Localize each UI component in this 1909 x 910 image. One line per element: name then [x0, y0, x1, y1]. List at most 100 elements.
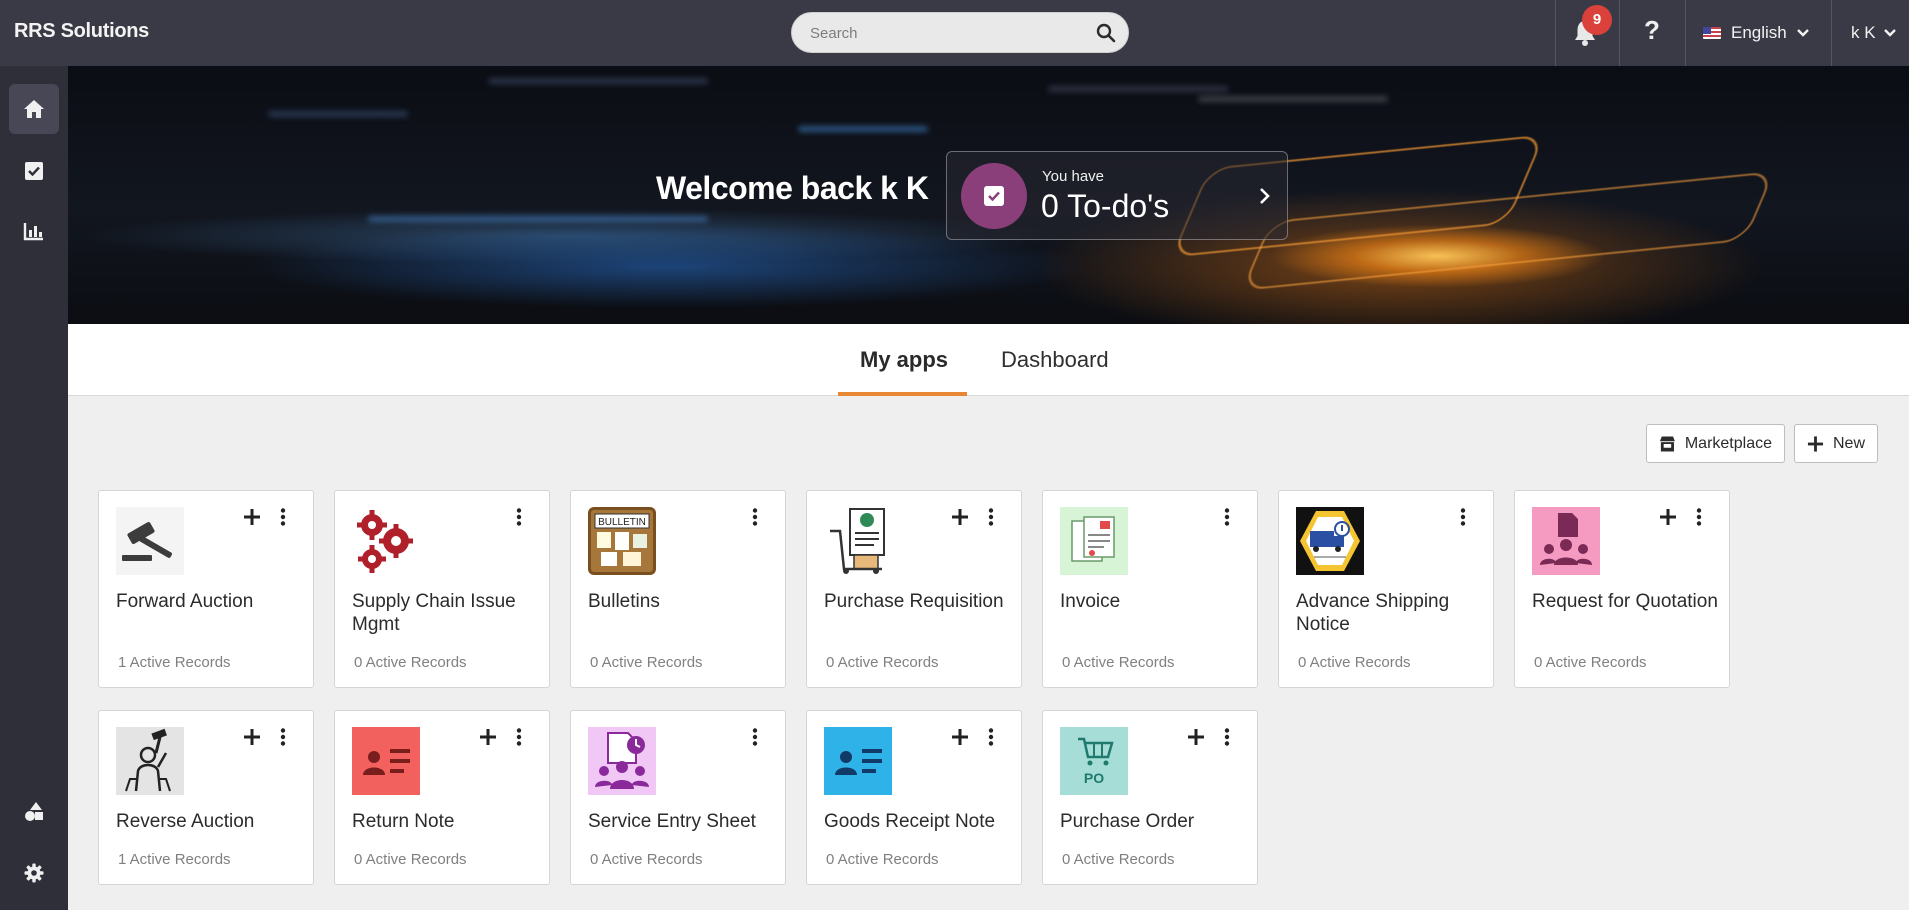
sidebar-item-reports[interactable]: [9, 206, 59, 256]
banner-light-streak: [1048, 86, 1228, 92]
add-icon[interactable]: [243, 508, 261, 526]
search-box[interactable]: [791, 12, 1129, 53]
us-flag-icon: [1703, 27, 1721, 39]
po-text: PO: [1084, 770, 1104, 786]
help-icon[interactable]: ?: [1640, 15, 1664, 49]
marketplace-button[interactable]: Marketplace: [1646, 424, 1785, 463]
welcome-heading: Welcome back k K: [656, 170, 929, 206]
more-options-icon[interactable]: [1695, 508, 1703, 526]
app-card-goods-receipt-note[interactable]: Goods Receipt Note 0 Active Records: [806, 710, 1022, 885]
new-button[interactable]: New: [1794, 424, 1878, 463]
tab-dashboard[interactable]: Dashboard: [1001, 347, 1109, 373]
app-title: Purchase Order: [1060, 811, 1195, 832]
new-label: New: [1832, 434, 1865, 452]
sidebar-item-home[interactable]: [9, 84, 59, 134]
gears-icon: [352, 507, 420, 575]
chevron-down-icon: [1883, 29, 1896, 37]
notification-badge[interactable]: 9: [1582, 5, 1612, 35]
checkbox-icon: [25, 162, 43, 180]
todo-prefix: You have: [1042, 168, 1105, 185]
app-records: 0 Active Records: [1062, 654, 1175, 671]
app-title: Return Note: [352, 811, 455, 832]
bulletin-text: BULLETIN: [598, 517, 646, 528]
shipping-truck-icon: [1296, 507, 1364, 575]
add-icon[interactable]: [1187, 728, 1205, 746]
brand-logo[interactable]: RRS Solutions: [14, 20, 149, 43]
app-card-return-note[interactable]: Return Note 0 Active Records: [334, 710, 550, 885]
todo-count: 0 To-do's: [1041, 188, 1170, 224]
more-options-icon[interactable]: [515, 728, 523, 746]
more-options-icon[interactable]: [751, 728, 759, 746]
sidebar-item-settings[interactable]: [9, 848, 59, 898]
purchase-order-icon: PO: [1060, 727, 1128, 795]
app-card-request-for-quotation[interactable]: Request for Quotation 0 Active Records: [1514, 490, 1730, 688]
chevron-right-icon[interactable]: [1259, 187, 1271, 205]
more-options-icon[interactable]: [751, 508, 759, 526]
app-card-purchase-requisition[interactable]: Purchase Requisition 0 Active Records: [806, 490, 1022, 688]
app-records: 0 Active Records: [826, 851, 939, 868]
banner-light-streak: [368, 216, 708, 222]
sidebar-item-tasks[interactable]: [9, 146, 59, 196]
store-icon: [1659, 436, 1675, 451]
more-options-icon[interactable]: [279, 728, 287, 746]
app-title: Service Entry Sheet: [588, 811, 756, 832]
app-records: 0 Active Records: [354, 654, 467, 671]
app-card-service-entry-sheet[interactable]: Service Entry Sheet 0 Active Records: [570, 710, 786, 885]
quotation-people-icon: [1532, 507, 1600, 575]
divider: [1685, 0, 1686, 66]
checkbox-icon: [984, 186, 1004, 206]
app-records: 0 Active Records: [590, 654, 703, 671]
app-title: Invoice: [1060, 591, 1121, 612]
more-options-icon[interactable]: [1459, 508, 1467, 526]
return-note-icon: [352, 727, 420, 795]
search-input[interactable]: [810, 23, 1090, 43]
app-records: 0 Active Records: [826, 654, 939, 671]
app-card-bulletins[interactable]: BULLETIN Bulletins 0 Active Records: [570, 490, 786, 688]
todo-card[interactable]: You have 0 To-do's: [946, 151, 1288, 240]
home-icon: [24, 100, 44, 118]
add-icon[interactable]: [951, 728, 969, 746]
add-icon[interactable]: [1659, 508, 1677, 526]
sidebar: [0, 66, 68, 910]
auctioneer-icon: [116, 727, 184, 795]
more-options-icon[interactable]: [279, 508, 287, 526]
divider: [1831, 0, 1832, 66]
language-selector[interactable]: English: [1703, 21, 1809, 45]
more-options-icon[interactable]: [1223, 508, 1231, 526]
requisition-trolley-icon: [824, 507, 892, 575]
app-card-reverse-auction[interactable]: Reverse Auction 1 Active Records: [98, 710, 314, 885]
app-title: Purchase Requisition: [824, 591, 1004, 612]
invoice-documents-icon: [1060, 507, 1128, 575]
app-title: Goods Receipt Note: [824, 811, 996, 832]
add-icon[interactable]: [479, 728, 497, 746]
more-options-icon[interactable]: [1223, 728, 1231, 746]
app-card-supply-chain-issue-mgmt[interactable]: Supply Chain Issue Mgmt 0 Active Records: [334, 490, 550, 688]
add-icon[interactable]: [243, 728, 261, 746]
marketplace-label: Marketplace: [1684, 434, 1772, 452]
app-card-invoice[interactable]: Invoice 0 Active Records: [1042, 490, 1258, 688]
chevron-down-icon: [1796, 29, 1809, 37]
add-icon[interactable]: [951, 508, 969, 526]
tab-bar: My apps Dashboard: [68, 324, 1909, 396]
app-records: 0 Active Records: [354, 851, 467, 868]
gear-icon: [24, 863, 44, 883]
banner-light-streak: [488, 78, 708, 84]
app-title: Supply Chain Issue Mgmt: [352, 591, 516, 635]
app-card-forward-auction[interactable]: Forward Auction 1 Active Records: [98, 490, 314, 688]
plus-icon: [1807, 435, 1824, 452]
search-icon[interactable]: [1096, 23, 1116, 43]
shapes-icon: [25, 802, 43, 821]
sidebar-item-shapes[interactable]: [9, 786, 59, 836]
app-card-advance-shipping-notice[interactable]: Advance Shipping Notice 0 Active Records: [1278, 490, 1494, 688]
more-options-icon[interactable]: [987, 728, 995, 746]
more-options-icon[interactable]: [515, 508, 523, 526]
user-menu[interactable]: k K: [1851, 21, 1896, 45]
bar-chart-icon: [23, 223, 43, 241]
banner-light-streak: [1198, 96, 1388, 102]
language-label: English: [1731, 23, 1787, 42]
gavel-icon: [116, 507, 184, 575]
more-options-icon[interactable]: [987, 508, 995, 526]
app-title: Advance Shipping Notice: [1296, 591, 1450, 635]
tab-my-apps[interactable]: My apps: [860, 347, 948, 373]
app-card-purchase-order[interactable]: PO Purchase Order 0 Active Records: [1042, 710, 1258, 885]
